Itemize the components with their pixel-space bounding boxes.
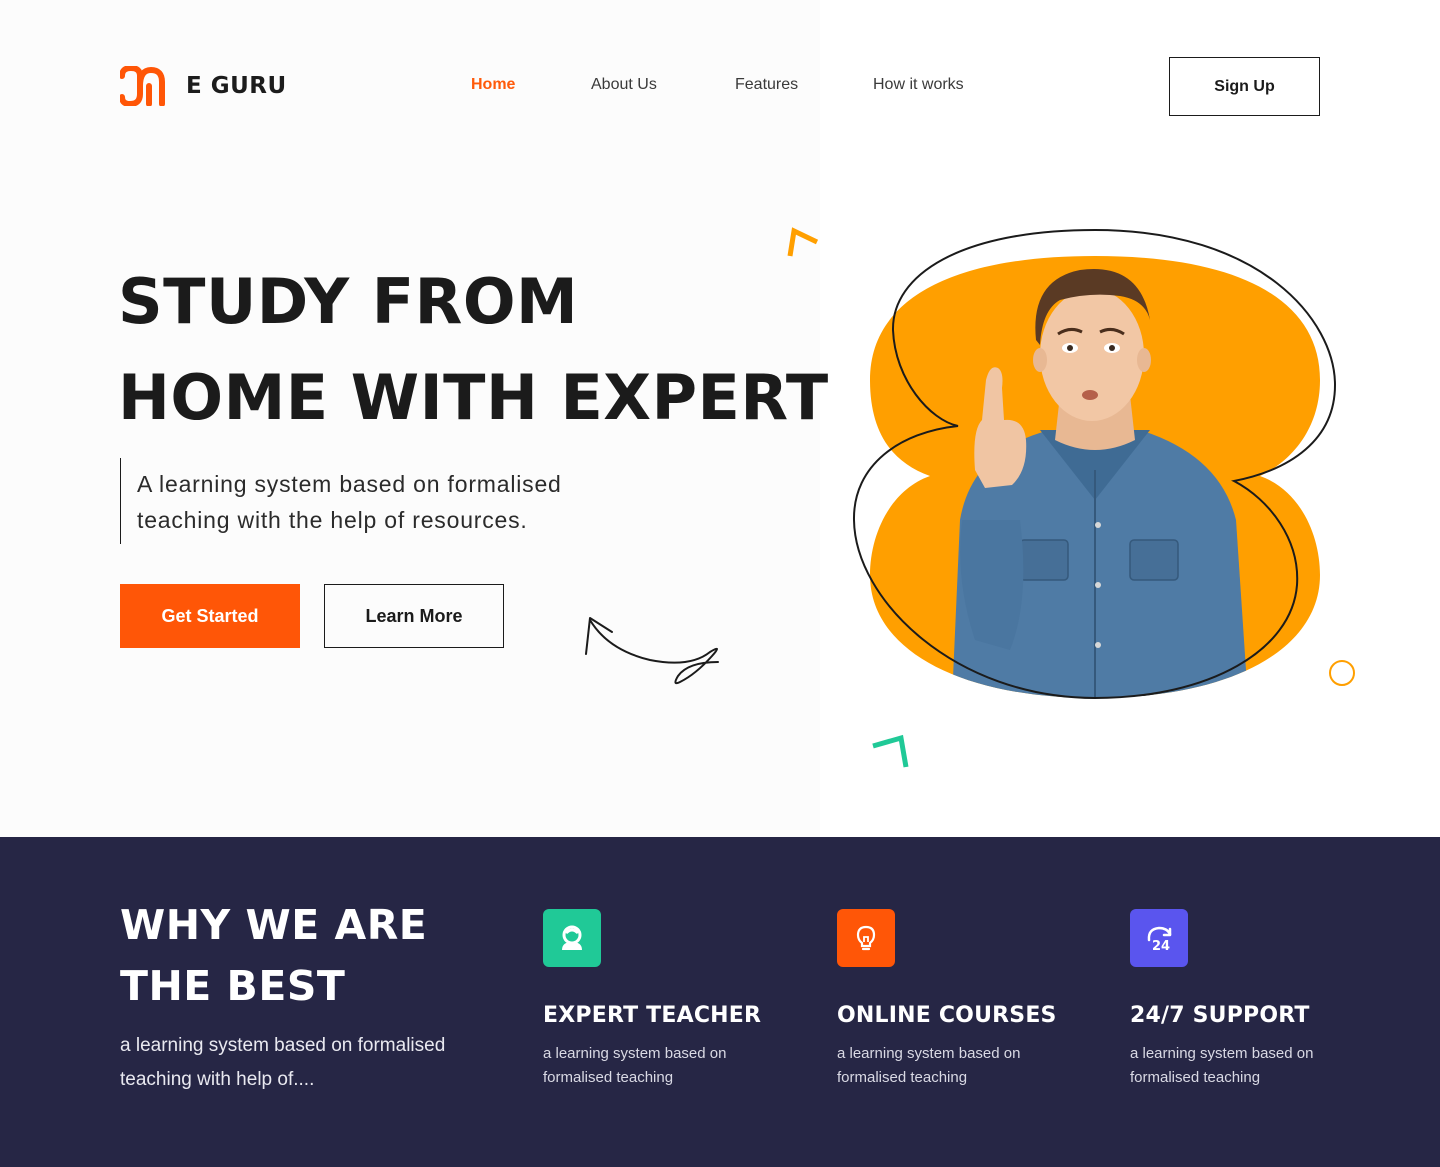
- support-24-icon: 24: [1130, 909, 1188, 967]
- svg-text:24: 24: [1152, 939, 1170, 954]
- hero-headline: STUDY FROM HOME WITH EXPERT: [118, 254, 829, 446]
- hero-headline-line-1: STUDY FROM: [118, 265, 579, 338]
- teacher-icon: [543, 909, 601, 967]
- nav-item-home[interactable]: Home: [471, 76, 515, 94]
- nav-item-features[interactable]: Features: [735, 76, 798, 94]
- feature-description: a learning system based on formalised te…: [543, 1045, 727, 1086]
- hero-subtext: A learning system based on formalised te…: [120, 458, 640, 544]
- feature-card-support: 24 24/7 SUPPORT a learning system based …: [1130, 909, 1350, 1090]
- why-best-description: a learning system based on formalised te…: [120, 1035, 446, 1090]
- hero-headline-line-2: HOME WITH EXPERT: [118, 361, 829, 434]
- feature-title: EXPERT TEACHER: [543, 1003, 762, 1028]
- feature-description: a learning system based on formalised te…: [1130, 1045, 1314, 1086]
- learn-more-button[interactable]: Learn More: [324, 584, 504, 648]
- orange-chevron-icon: [787, 227, 819, 257]
- nav-item-about-us[interactable]: About Us: [591, 76, 657, 94]
- get-started-button[interactable]: Get Started: [120, 584, 300, 648]
- lightbulb-icon: [837, 909, 895, 967]
- feature-card-online-courses: ONLINE COURSES a learning system based o…: [837, 909, 1057, 1090]
- nav-item-how-it-works[interactable]: How it works: [873, 76, 964, 94]
- feature-card-expert-teacher: EXPERT TEACHER a learning system based o…: [543, 909, 763, 1090]
- teal-chevron-icon: [872, 734, 909, 768]
- sign-up-button[interactable]: Sign Up: [1169, 57, 1320, 116]
- feature-title: 24/7 SUPPORT: [1130, 1003, 1310, 1028]
- eguru-logo-icon: [120, 66, 165, 106]
- brand-name: E GURU: [186, 73, 287, 99]
- why-best-section: WHY WE ARE THE BEST a learning system ba…: [0, 837, 1440, 1167]
- feature-description: a learning system based on formalised te…: [837, 1045, 1021, 1086]
- feature-title: ONLINE COURSES: [837, 1003, 1057, 1028]
- brand-logo[interactable]: E GURU: [120, 66, 287, 106]
- hero-section: E GURU Home About Us Features How it wor…: [0, 0, 1440, 837]
- why-best-title-line-1: WHY WE ARE: [120, 901, 428, 949]
- why-best-title-line-2: THE BEST: [120, 962, 346, 1010]
- hero-illustration: [852, 228, 1337, 700]
- curly-arrow-icon: [585, 617, 719, 685]
- why-best-title: WHY WE ARE THE BEST: [120, 895, 427, 1017]
